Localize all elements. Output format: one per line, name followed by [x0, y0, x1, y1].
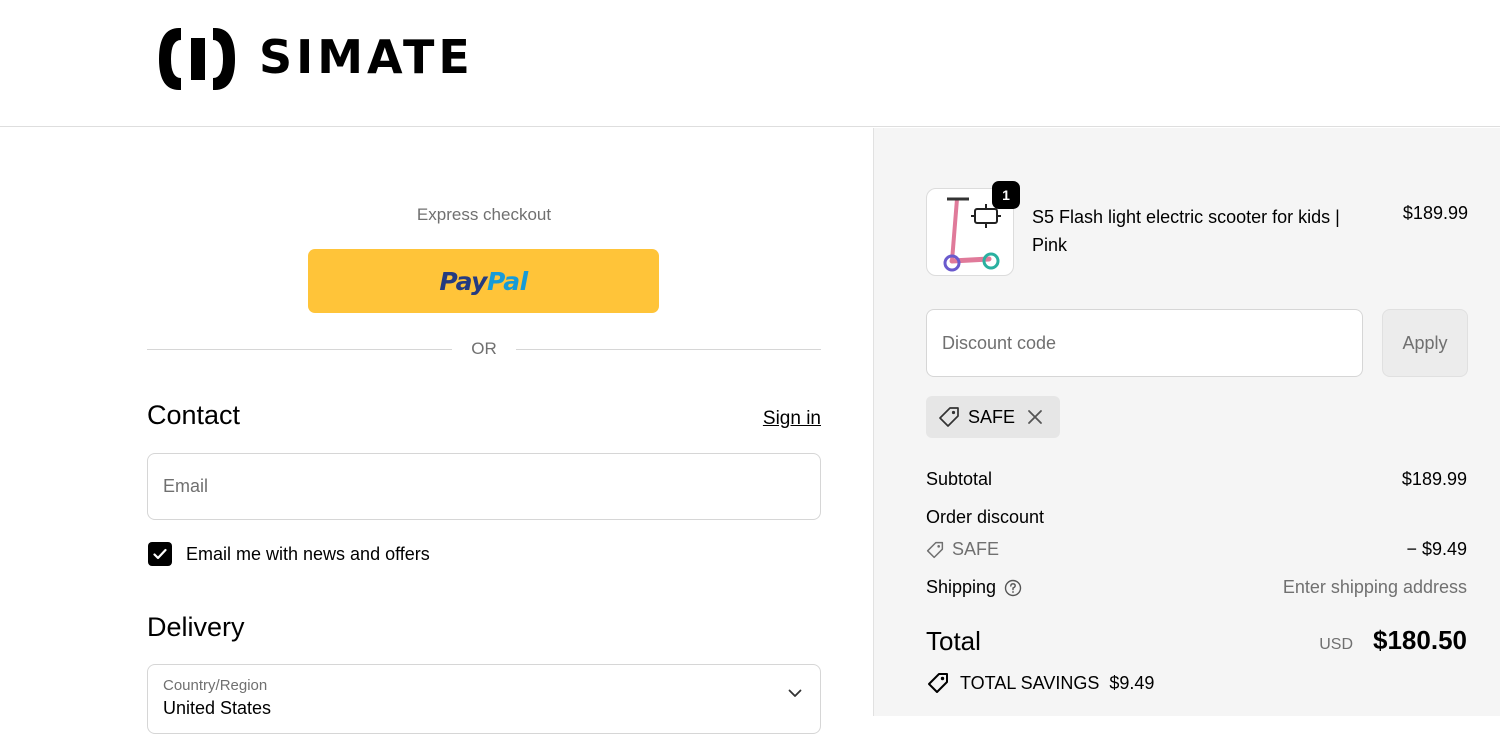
tag-icon — [939, 407, 959, 427]
paypal-logo-pal: Pal — [486, 266, 528, 296]
shipping-value: Enter shipping address — [1282, 577, 1467, 597]
apply-discount-button[interactable]: Apply — [1382, 309, 1468, 377]
chevron-down-icon — [788, 689, 802, 697]
total-currency: USD — [1319, 636, 1353, 653]
total-savings-label: TOTAL SAVINGS — [960, 672, 1100, 693]
discount-code-text: SAFE — [952, 539, 1000, 559]
email-field[interactable] — [147, 453, 821, 520]
paypal-logo: PayPal — [439, 266, 528, 296]
simate-logo-mark — [159, 28, 235, 90]
total-savings-row: TOTAL SAVINGS $9.49 — [926, 671, 1154, 695]
discount-tag-icon — [926, 541, 944, 558]
delivery-heading: Delivery — [147, 612, 245, 642]
paypal-button[interactable]: PayPal — [308, 249, 659, 313]
checkout-main: Express checkout PayPal OR Contact Sign … — [0, 128, 873, 734]
contact-heading: Contact — [147, 400, 241, 430]
newsletter-checkbox[interactable] — [148, 542, 172, 566]
newsletter-label: Email me with news and offers — [186, 544, 430, 564]
country-label: Country/Region — [163, 677, 268, 694]
divider-right — [516, 349, 821, 350]
shipping-label: Shipping — [926, 577, 997, 597]
discount-code-row: SAFE — [926, 539, 999, 560]
or-divider-text: OR — [471, 339, 497, 358]
email-input[interactable] — [148, 454, 820, 519]
sign-in-link[interactable]: Sign in — [720, 408, 821, 430]
applied-discount-code: SAFE — [968, 406, 1016, 427]
paypal-logo-pay: Pay — [439, 266, 487, 296]
site-header: SIMATE — [0, 0, 1500, 127]
product-name: S5 Flash light electric scooter for kids… — [1032, 207, 1340, 255]
discount-amount: − $9.49 — [1406, 539, 1467, 559]
checkmark-icon — [153, 548, 167, 560]
shipping-row: Shipping — [926, 577, 1022, 598]
applied-discount-chip: SAFE — [926, 396, 1060, 438]
order-summary: 1 S5 Flash light electric scooter for ki… — [873, 128, 1500, 716]
help-icon[interactable] — [1004, 579, 1022, 597]
order-discount-label: Order discount — [926, 507, 1045, 527]
product-price: $189.99 — [1402, 203, 1468, 223]
logo-wordmark: SIMATE — [259, 30, 474, 84]
remove-discount-icon[interactable] — [1027, 409, 1043, 425]
subtotal-value: $189.99 — [1401, 469, 1467, 489]
divider-left — [147, 349, 452, 350]
subtotal-label: Subtotal — [926, 469, 993, 489]
country-select[interactable]: Country/Region United States — [147, 664, 821, 734]
savings-tag-icon — [928, 673, 948, 693]
total-amount: $180.50 — [1373, 625, 1467, 655]
express-checkout-label: Express checkout — [416, 205, 552, 224]
total-savings-value: $9.49 — [1109, 672, 1155, 693]
simate-logo[interactable]: SIMATE — [155, 24, 545, 94]
quantity-badge: 1 — [992, 181, 1020, 209]
discount-code-input[interactable] — [927, 310, 1362, 376]
discount-code-field[interactable] — [926, 309, 1363, 377]
total-label: Total — [926, 626, 981, 656]
